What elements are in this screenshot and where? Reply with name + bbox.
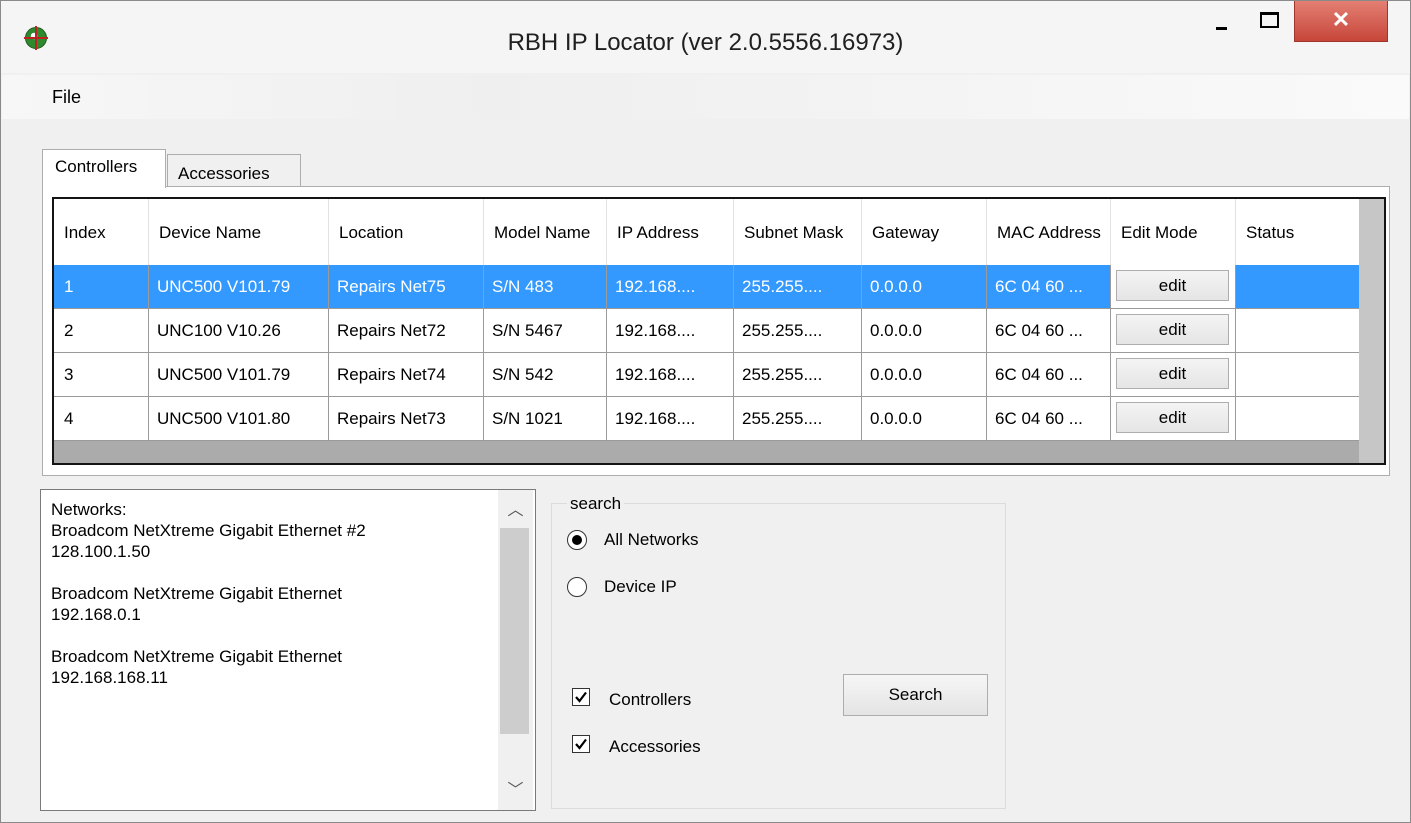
cell-model-name[interactable]: S/N 483 [484,265,607,309]
edit-button[interactable]: edit [1116,358,1229,389]
accessories-checkbox-label[interactable]: Accessories [609,737,701,757]
grid-vertical-scrollbar[interactable] [1359,199,1384,463]
column-header-gateway[interactable]: Gateway [862,199,987,265]
table-row[interactable]: 4 UNC500 V101.80 Repairs Net73 S/N 1021 … [54,397,1359,441]
cell-model-name[interactable]: S/N 1021 [484,397,607,441]
cell-edit-mode: edit [1111,265,1236,309]
tab-accessories-label: Accessories [178,164,270,183]
cell-device-name[interactable]: UNC100 V10.26 [149,309,329,353]
edit-button[interactable]: edit [1116,402,1229,433]
cell-index[interactable]: 4 [54,397,149,441]
cell-status[interactable] [1236,397,1359,441]
title-bar[interactable]: RBH IP Locator (ver 2.0.5556.16973) ✕ [1,1,1410,73]
app-window: RBH IP Locator (ver 2.0.5556.16973) ✕ Fi… [0,0,1411,823]
minimize-icon [1216,27,1227,30]
grid-header: Index Device Name Location Model Name IP… [54,199,1359,265]
controllers-checkbox[interactable] [572,688,590,706]
networks-scrollbar[interactable]: ︿ ﹀ [498,490,533,810]
edit-button[interactable]: edit [1116,314,1229,345]
cell-gateway[interactable]: 0.0.0.0 [862,397,987,441]
cell-mac-address[interactable]: 6C 04 60 ... [987,309,1111,353]
cell-status[interactable] [1236,309,1359,353]
column-header-index[interactable]: Index [54,199,149,265]
cell-subnet-mask[interactable]: 255.255.... [734,309,862,353]
table-row[interactable]: 3 UNC500 V101.79 Repairs Net74 S/N 542 1… [54,353,1359,397]
column-header-location[interactable]: Location [329,199,484,265]
column-header-edit-mode[interactable]: Edit Mode [1111,199,1236,265]
cell-gateway[interactable]: 0.0.0.0 [862,353,987,397]
cell-device-name[interactable]: UNC500 V101.79 [149,265,329,309]
cell-status[interactable] [1236,353,1359,397]
cell-edit-mode: edit [1111,397,1236,441]
cell-mac-address[interactable]: 6C 04 60 ... [987,353,1111,397]
cell-ip-address[interactable]: 192.168.... [607,397,734,441]
devices-grid: Index Device Name Location Model Name IP… [52,197,1386,465]
tab-accessories[interactable]: Accessories [167,154,301,187]
column-header-subnet-mask[interactable]: Subnet Mask [734,199,862,265]
menu-bar: File [2,75,1409,119]
cell-gateway[interactable]: 0.0.0.0 [862,309,987,353]
cell-edit-mode: edit [1111,309,1236,353]
cell-subnet-mask[interactable]: 255.255.... [734,353,862,397]
scroll-down-icon[interactable]: ﹀ [498,776,533,806]
networks-textarea[interactable]: Networks: Broadcom NetXtreme Gigabit Eth… [40,489,536,811]
controllers-checkbox-label[interactable]: Controllers [609,690,691,710]
checkmark-icon [575,691,587,703]
maximize-icon [1260,12,1279,28]
cell-mac-address[interactable]: 6C 04 60 ... [987,397,1111,441]
cell-ip-address[interactable]: 192.168.... [607,309,734,353]
scroll-thumb[interactable] [500,528,529,734]
cell-location[interactable]: Repairs Net72 [329,309,484,353]
cell-model-name[interactable]: S/N 542 [484,353,607,397]
cell-edit-mode: edit [1111,353,1236,397]
cell-subnet-mask[interactable]: 255.255.... [734,265,862,309]
cell-subnet-mask[interactable]: 255.255.... [734,397,862,441]
device-ip-label[interactable]: Device IP [604,577,677,597]
edit-button[interactable]: edit [1116,270,1229,301]
cell-gateway[interactable]: 0.0.0.0 [862,265,987,309]
checkmark-icon [575,738,587,750]
tab-controllers-label: Controllers [55,157,138,176]
cell-index[interactable]: 1 [54,265,149,309]
table-row[interactable]: 1 UNC500 V101.79 Repairs Net75 S/N 483 1… [54,265,1359,309]
all-networks-label[interactable]: All Networks [604,530,698,550]
menu-file[interactable]: File [52,87,81,108]
cell-mac-address[interactable]: 6C 04 60 ... [987,265,1111,309]
accessories-checkbox[interactable] [572,735,590,753]
cell-ip-address[interactable]: 192.168.... [607,265,734,309]
column-header-mac-address[interactable]: MAC Address [987,199,1111,265]
search-button[interactable]: Search [843,674,988,716]
cell-index[interactable]: 2 [54,309,149,353]
maximize-button[interactable] [1246,1,1290,43]
minimize-button[interactable] [1199,1,1243,43]
cell-status[interactable] [1236,265,1359,309]
networks-text: Networks: Broadcom NetXtreme Gigabit Eth… [51,500,366,687]
cell-index[interactable]: 3 [54,353,149,397]
column-header-model-name[interactable]: Model Name [484,199,607,265]
close-button[interactable]: ✕ [1294,1,1388,42]
cell-device-name[interactable]: UNC500 V101.79 [149,353,329,397]
column-header-status[interactable]: Status [1236,199,1359,265]
cell-location[interactable]: Repairs Net75 [329,265,484,309]
column-header-device-name[interactable]: Device Name [149,199,329,265]
table-row[interactable]: 2 UNC100 V10.26 Repairs Net72 S/N 5467 1… [54,309,1359,353]
cell-location[interactable]: Repairs Net74 [329,353,484,397]
cell-location[interactable]: Repairs Net73 [329,397,484,441]
cell-model-name[interactable]: S/N 5467 [484,309,607,353]
cell-ip-address[interactable]: 192.168.... [607,353,734,397]
all-networks-radio[interactable] [567,530,587,550]
close-icon: ✕ [1331,7,1351,32]
device-ip-radio[interactable] [567,577,587,597]
search-group-title: search [567,494,625,514]
tab-controllers[interactable]: Controllers [42,149,166,188]
column-header-ip-address[interactable]: IP Address [607,199,734,265]
cell-device-name[interactable]: UNC500 V101.80 [149,397,329,441]
scroll-up-icon[interactable]: ︿ [498,496,533,526]
